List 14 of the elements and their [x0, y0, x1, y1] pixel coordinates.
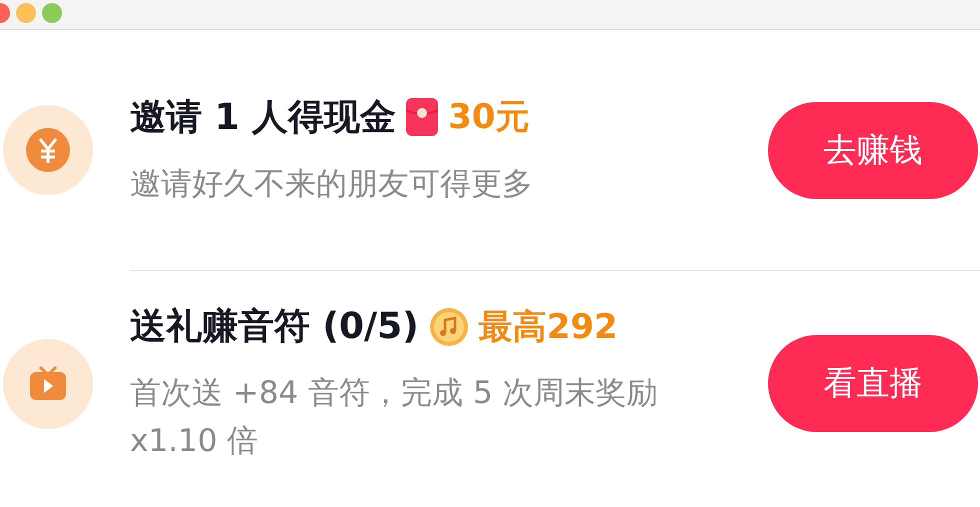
- reward-amount: 最高292: [478, 306, 618, 348]
- action-button[interactable]: 看直播: [768, 335, 978, 432]
- yen-icon: [3, 105, 93, 195]
- envelope-icon: [406, 98, 438, 136]
- action-button[interactable]: 去赚钱: [768, 102, 978, 198]
- music-note-icon: [428, 306, 469, 346]
- task-description: 首次送 +84 音符，完成 5 次周末奖励 x1.10 倍: [130, 374, 659, 461]
- reward-amount: 30元: [448, 96, 530, 139]
- zoom-window-icon[interactable]: [42, 2, 62, 22]
- tv-icon: [3, 338, 93, 428]
- task-description: 邀请好久不来的朋友可得更多: [130, 164, 534, 204]
- task-title: 邀请 1 人得现金: [130, 96, 396, 140]
- minimize-window-icon[interactable]: [16, 2, 36, 22]
- task-title: 送礼赚音符 (0/5): [130, 305, 419, 349]
